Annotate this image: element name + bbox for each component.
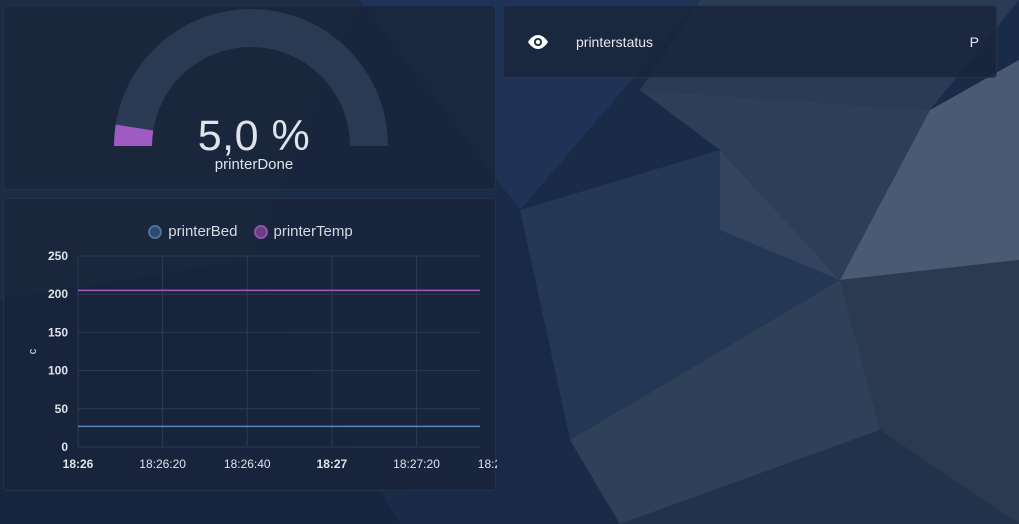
legend-label-printertemp: printerTemp xyxy=(273,223,353,240)
legend-item-printertemp[interactable]: printerTemp xyxy=(253,223,353,240)
y-tick-label: 50 xyxy=(55,402,69,416)
gauge-value: 5,0 % xyxy=(197,112,311,160)
gauge-card: 5,0 % printerDone xyxy=(3,5,496,190)
x-tick-label: 18:26 xyxy=(63,457,94,471)
y-tick-label: 150 xyxy=(48,325,68,339)
y-tick-label: 100 xyxy=(48,364,68,378)
x-tick-label: 18:26:40 xyxy=(224,457,271,471)
status-value: P xyxy=(969,34,979,50)
x-tick-label: 18:27:20 xyxy=(393,457,440,471)
line-chart: 0 50 100 150 200 250 18:26 18:26:20 18:26:40 18:2… xyxy=(27,249,525,471)
x-tick-label: 18:26:20 xyxy=(139,457,186,471)
x-tick-label: 18:27:40 xyxy=(478,457,497,471)
chart-legend: printerBed printerTemp xyxy=(4,223,497,240)
legend-item-printerbed[interactable]: printerBed xyxy=(148,223,238,240)
y-tick-label: 200 xyxy=(48,287,68,301)
legend-swatch-printerbed xyxy=(148,224,163,239)
legend-swatch-printertemp xyxy=(253,224,268,239)
x-tick-label: 18:27 xyxy=(317,457,348,471)
eye-icon xyxy=(528,35,548,49)
y-axis-label: c xyxy=(27,348,39,354)
status-label: printerstatus xyxy=(576,34,654,50)
y-tick-label: 0 xyxy=(61,440,68,454)
status-card: printerstatus P xyxy=(503,5,997,78)
chart-card: printerBed printerTemp 0 50 100 150 200 250 18… xyxy=(3,198,525,491)
y-tick-label: 250 xyxy=(48,249,68,263)
legend-label-printerbed: printerBed xyxy=(168,223,238,240)
gauge-fill xyxy=(114,124,154,147)
gauge-label: printerDone xyxy=(214,156,294,173)
